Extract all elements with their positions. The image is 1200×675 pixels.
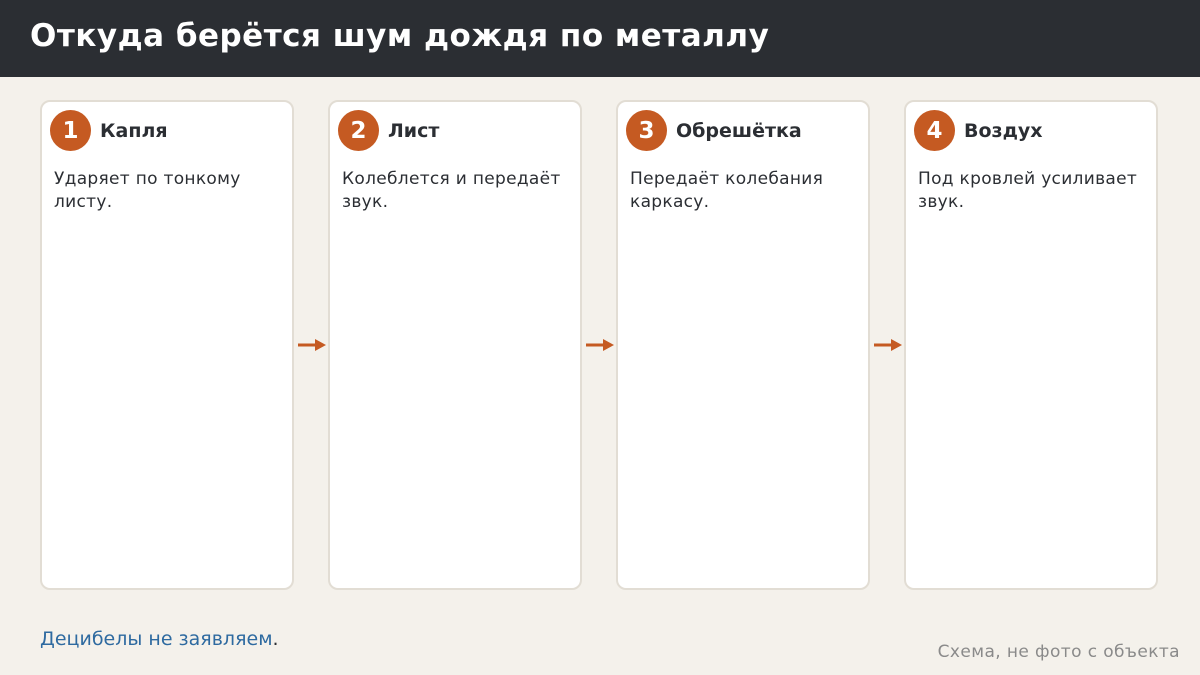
decibel-note-text: Децибелы не заявляем (40, 628, 273, 650)
header-bar: Откуда берётся шум дождя по металлу (0, 0, 1200, 77)
step-card-3: 3 Обрешётка Передаёт колебания каркасу. (616, 100, 870, 590)
image-caption: Схема, не фото с объекта (937, 642, 1180, 662)
step-title: Капля (100, 120, 168, 142)
arrow-right-icon (586, 339, 614, 351)
arrow-right-icon (298, 339, 326, 351)
step-description: Колеблется и передаёт звук. (342, 169, 561, 212)
step-title: Лист (388, 120, 440, 142)
decibel-note-period: . (272, 628, 279, 650)
step-card-4: 4 Воздух Под кровлей усиливает звук. (904, 100, 1158, 590)
step-description: Передаёт колебания каркасу. (630, 169, 824, 212)
page-title: Откуда берётся шум дождя по металлу (30, 18, 770, 54)
step-description: Ударяет по тонкому листу. (54, 169, 241, 212)
step-title: Обрешётка (676, 120, 802, 142)
step-number-badge: 2 (338, 110, 379, 151)
step-description: Под кровлей усиливает звук. (918, 169, 1138, 212)
step-number-badge: 1 (50, 110, 91, 151)
arrow-right-icon (874, 339, 902, 351)
step-card-1: 1 Капля Ударяет по тонкому листу. (40, 100, 294, 590)
step-number-badge: 3 (626, 110, 667, 151)
step-number-badge: 4 (914, 110, 955, 151)
decibel-note: Децибелы не заявляем. (40, 628, 279, 650)
step-title: Воздух (964, 120, 1043, 142)
step-card-2: 2 Лист Колеблется и передаёт звук. (328, 100, 582, 590)
